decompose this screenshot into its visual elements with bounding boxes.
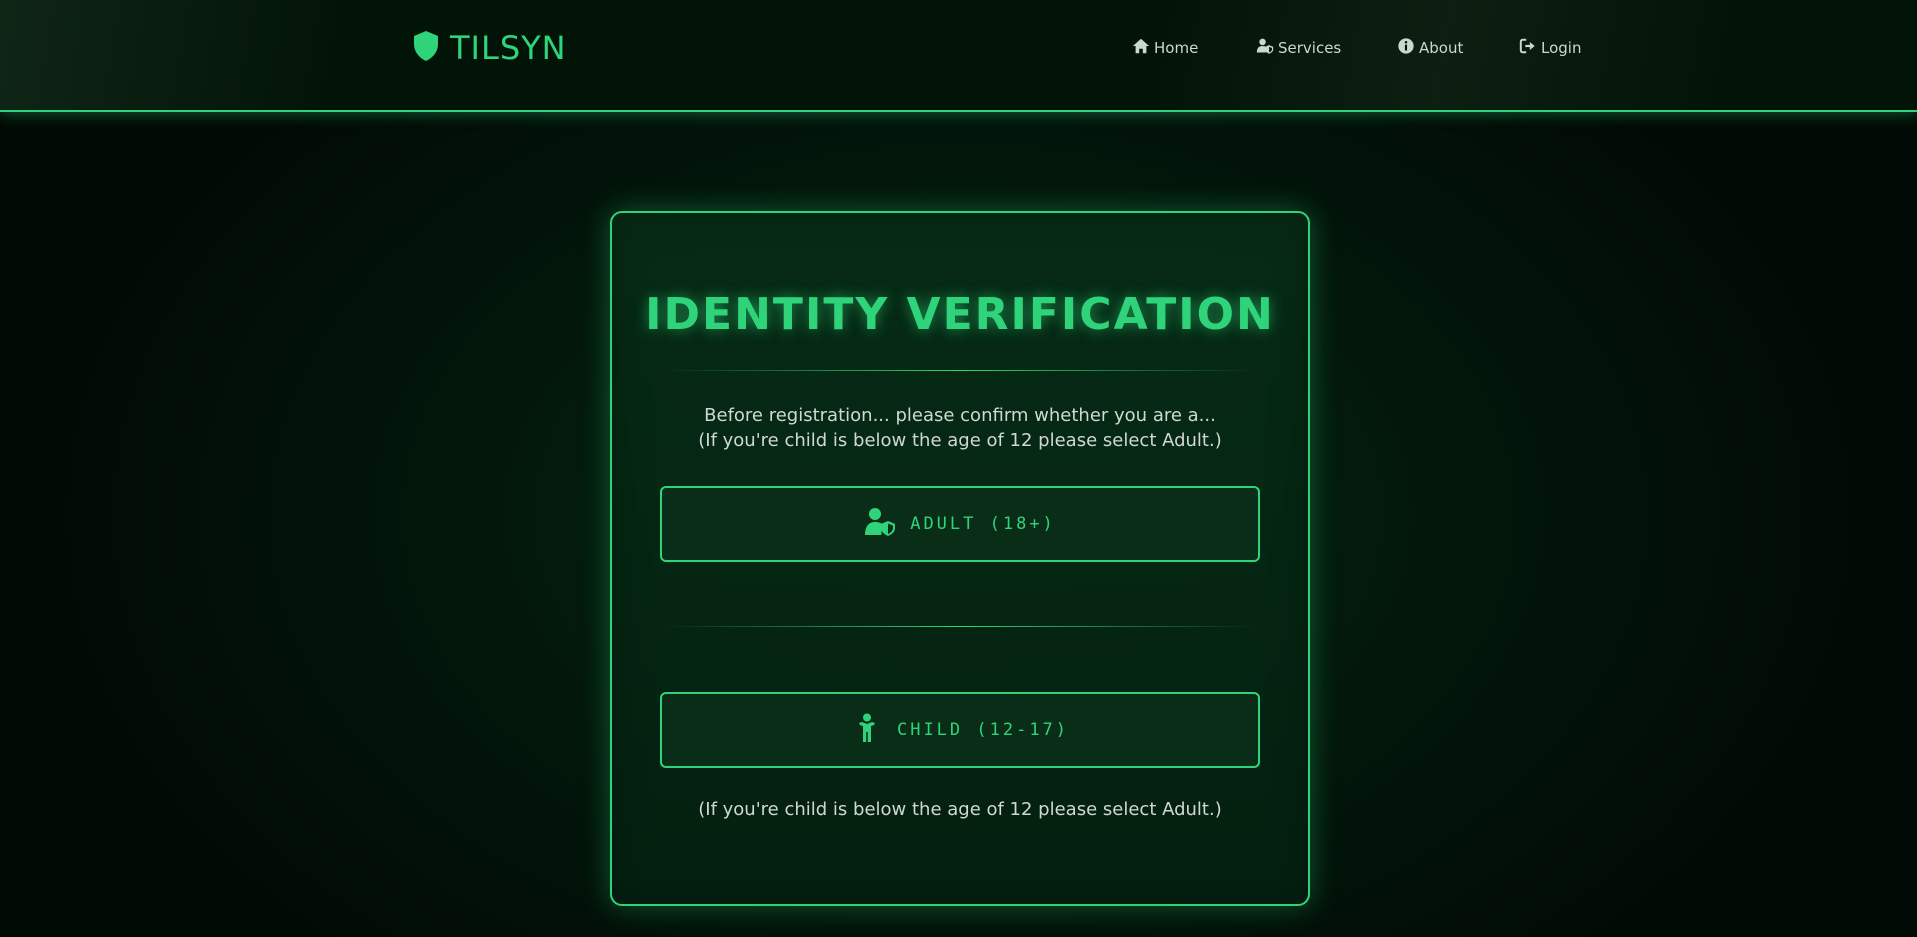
user-shield-icon: [1256, 37, 1274, 59]
child-button[interactable]: CHILD (12-17): [660, 692, 1260, 768]
nav-home[interactable]: Home: [1132, 37, 1198, 59]
nav-login[interactable]: Login: [1519, 37, 1581, 59]
info-circle-icon: [1397, 37, 1415, 59]
brand-name: TILSYN: [450, 29, 567, 67]
age-note: (If you're child is below the age of 12 …: [698, 799, 1222, 820]
user-shield-icon: [864, 507, 896, 542]
nav-login-label: Login: [1541, 39, 1582, 57]
nav-services-label: Services: [1278, 39, 1342, 57]
shield-icon: [412, 30, 440, 66]
child-button-label: CHILD (12-17): [896, 720, 1070, 740]
nav-home-label: Home: [1154, 39, 1199, 57]
home-icon: [1132, 37, 1150, 59]
brand-logo[interactable]: TILSYN: [412, 29, 567, 67]
divider: [662, 370, 1258, 371]
divider: [662, 626, 1258, 627]
navbar: TILSYN Home Services About Login: [0, 0, 1917, 112]
intro-line-2: (If you're child is below the age of 12 …: [698, 430, 1222, 451]
intro-line-1: Before registration... please confirm wh…: [704, 405, 1216, 426]
adult-button[interactable]: ADULT (18+): [660, 486, 1260, 562]
verification-card: IDENTITY VERIFICATION Before registratio…: [610, 211, 1310, 906]
child-icon: [851, 713, 883, 748]
nav-about-label: About: [1419, 39, 1464, 57]
nav-about[interactable]: About: [1397, 37, 1463, 59]
page-title: IDENTITY VERIFICATION: [645, 289, 1275, 340]
nav-services[interactable]: Services: [1256, 37, 1341, 59]
intro-text: Before registration... please confirm wh…: [612, 403, 1308, 453]
adult-button-label: ADULT (18+): [910, 514, 1056, 534]
sign-in-icon: [1519, 37, 1537, 59]
